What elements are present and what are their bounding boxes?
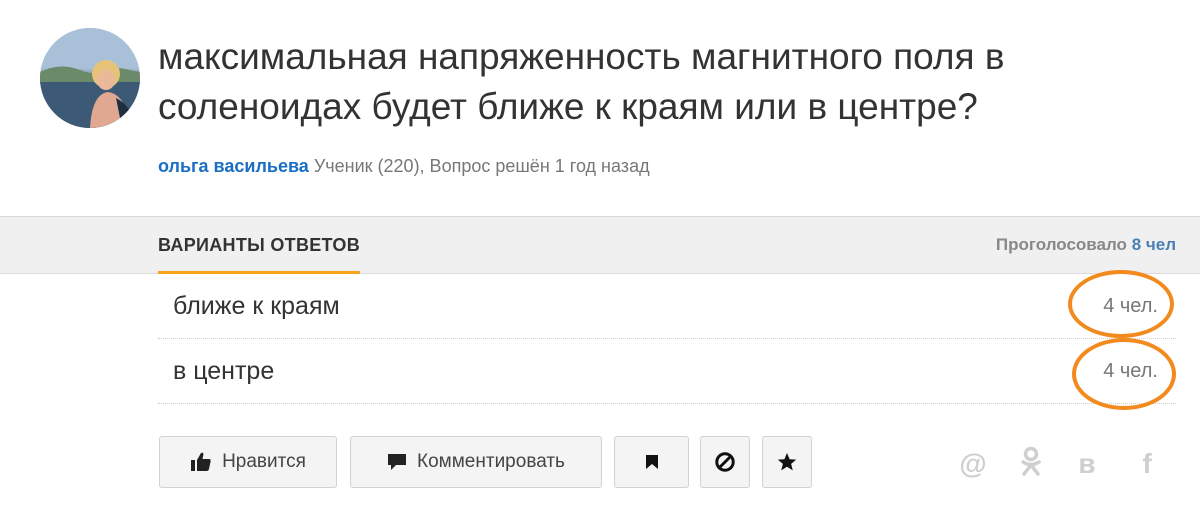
- facebook-icon: f: [1142, 448, 1152, 479]
- block-icon: [714, 451, 736, 473]
- poll-options: ближе к краям 4 чел. в центре 4 чел.: [158, 274, 1176, 404]
- comment-button-label: Комментировать: [417, 451, 565, 472]
- votes-total: Проголосовало 8 чел: [996, 217, 1176, 273]
- bookmark-button[interactable]: [614, 436, 689, 488]
- comment-icon: [387, 453, 407, 471]
- poll-option-label: в центре: [173, 357, 275, 385]
- votes-count: 8 чел: [1131, 235, 1176, 254]
- question-title: максимальная напряженность магнитного по…: [158, 36, 1005, 127]
- bookmark-icon: [645, 454, 659, 470]
- odnoklassniki-icon: [1020, 446, 1042, 483]
- at-sign-icon: @: [959, 448, 987, 479]
- avatar-photo: [40, 28, 140, 128]
- share-facebook-button[interactable]: f: [1132, 446, 1162, 482]
- author-link[interactable]: ольга васильева: [158, 156, 309, 176]
- like-button[interactable]: Нравится: [159, 436, 337, 488]
- poll-tabs-bar: ВАРИАНТЫ ОТВЕТОВ Проголосовало 8 чел: [0, 216, 1200, 274]
- comment-button[interactable]: Комментировать: [350, 436, 602, 488]
- question-status: Ученик (220), Вопрос решён 1 год назад: [313, 156, 650, 176]
- poll-option[interactable]: ближе к краям 4 чел.: [158, 274, 1176, 339]
- vk-icon: в: [1078, 448, 1096, 479]
- star-icon: [777, 452, 797, 472]
- share-mail-button[interactable]: @: [956, 446, 990, 482]
- like-button-label: Нравится: [222, 451, 306, 472]
- poll-option-label: ближе к краям: [173, 292, 340, 320]
- votes-prefix: Проголосовало: [995, 235, 1127, 254]
- highlight-circle: [1068, 270, 1174, 338]
- poll-option[interactable]: в центре 4 чел.: [158, 339, 1176, 404]
- share-ok-button[interactable]: [1016, 446, 1046, 482]
- avatar[interactable]: [40, 28, 140, 128]
- poll-question-page: максимальная напряженность магнитного по…: [0, 0, 1200, 509]
- question-meta: ольга васильева Ученик (220), Вопрос реш…: [158, 156, 650, 177]
- tab-answer-options[interactable]: ВАРИАНТЫ ОТВЕТОВ: [158, 217, 361, 274]
- favorite-button[interactable]: [762, 436, 812, 488]
- report-button[interactable]: [700, 436, 750, 488]
- highlight-circle: [1072, 338, 1176, 410]
- share-vk-button[interactable]: в: [1072, 446, 1102, 482]
- thumbs-up-icon: [190, 452, 212, 472]
